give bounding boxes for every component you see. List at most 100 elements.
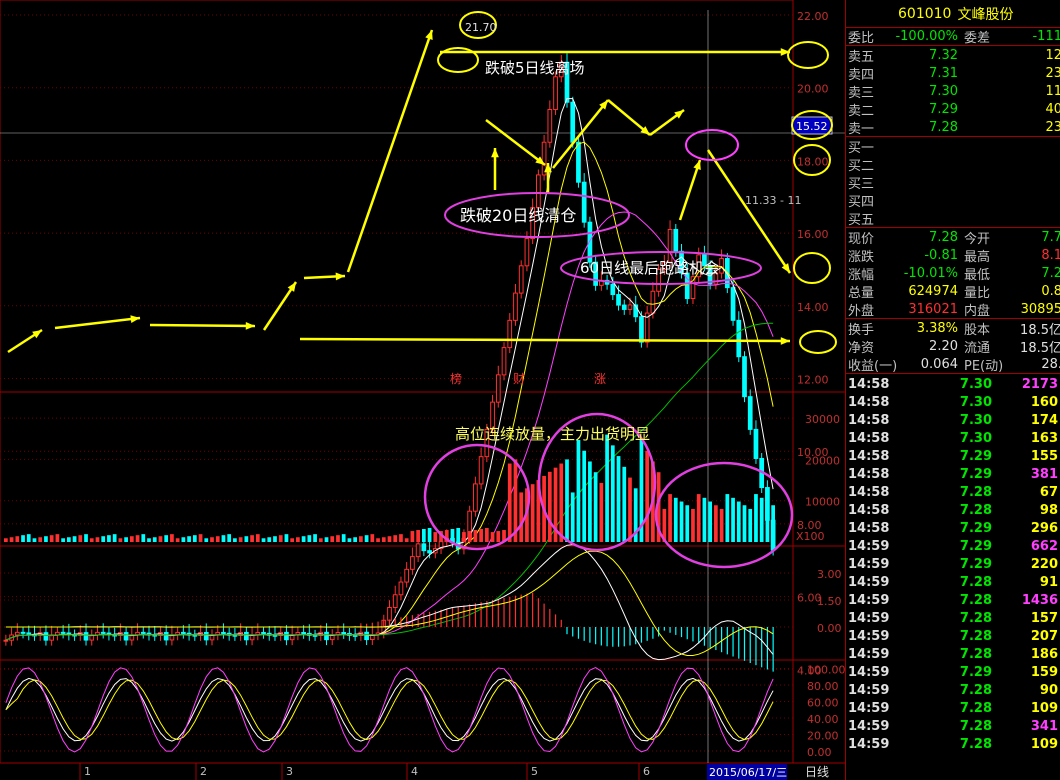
ask-volume: 11 — [1045, 83, 1060, 99]
volume-bar — [66, 537, 71, 542]
ask-label: 卖一 — [848, 121, 875, 137]
price-tick-label: 18.00 — [797, 155, 829, 168]
volume-bar — [72, 536, 77, 542]
tick-price: 7.28 — [959, 701, 992, 716]
volume-bar — [565, 459, 569, 542]
volume-bar — [519, 492, 524, 542]
price-4-circle — [799, 330, 837, 354]
volume-bar — [296, 537, 300, 542]
chart-frame — [0, 0, 794, 764]
tick-time: 14:59 — [848, 593, 890, 608]
tick-price: 7.30 — [959, 413, 992, 428]
kline-chart-area[interactable]: 22.00 20.00 18.00 16.00 14.00 12.00 10.00 8.00 6… — [0, 0, 845, 780]
tick-time: 14:59 — [848, 647, 890, 662]
volume-bar — [473, 530, 478, 542]
bid-list: 买一 买二 买三 买四 买五 — [846, 137, 1060, 228]
ask-label: 卖四 — [848, 67, 875, 83]
volume-bar — [55, 534, 60, 542]
volume-bar — [210, 537, 214, 542]
tick-price: 7.29 — [959, 467, 992, 482]
volume-tick-label: 20000 — [805, 454, 840, 467]
volume-bar — [599, 482, 604, 542]
tick-volume: 159 — [1030, 665, 1058, 680]
volume-bar — [490, 532, 495, 542]
volume-bar — [341, 534, 346, 542]
trend-arrow-head — [245, 322, 255, 330]
volume-bar — [84, 534, 88, 542]
tick-time: 14:59 — [848, 629, 890, 644]
tick-price: 7.28 — [959, 683, 992, 698]
ask-price: 7.29 — [929, 101, 958, 117]
tick-row: 14:59 7.28 90 — [846, 683, 1060, 701]
quote-label: 量比 — [964, 285, 991, 301]
candle-body — [616, 294, 621, 306]
tick-volume: 381 — [1030, 467, 1058, 482]
volume-bar — [198, 534, 203, 542]
bid-row: 买一 — [846, 137, 1060, 156]
tick-time: 14:58 — [848, 413, 890, 428]
tick-volume: 2173 — [1021, 377, 1058, 392]
bid-label: 买二 — [848, 158, 875, 174]
tick-row: 14:58 7.28 98 — [846, 503, 1060, 521]
candle-body — [272, 634, 278, 637]
volume-bar — [187, 536, 191, 542]
tick-volume: 220 — [1030, 557, 1058, 572]
volume-bar — [416, 530, 420, 542]
tick-price: 7.28 — [959, 719, 992, 734]
candle-body — [547, 109, 553, 143]
tick-row: 14:59 7.28 109 — [846, 737, 1060, 755]
ratio-value: -100.00% — [895, 29, 958, 44]
volume-bar — [628, 477, 632, 542]
volume-bar — [708, 501, 713, 542]
candle-body — [610, 283, 616, 296]
macd-tick-label: 1.50 — [817, 595, 842, 608]
volume-bar — [673, 497, 678, 542]
tick-price: 7.28 — [959, 647, 992, 662]
kdj-tick-label: 100.00 — [807, 664, 845, 677]
volume-bar — [484, 527, 489, 542]
event-tag: 财 — [513, 372, 525, 386]
volume-bar — [547, 471, 552, 542]
candle-body — [203, 631, 209, 641]
quote-value: 2.20 — [929, 338, 958, 354]
tick-time: 14:59 — [848, 701, 890, 716]
tick-volume: 160 — [1030, 395, 1058, 410]
candle-body — [181, 631, 186, 634]
tick-list[interactable]: 14:58 7.30 2173 14:58 7.30 160 14:58 7.30 174 14:… — [846, 374, 1060, 755]
volume-bar — [336, 535, 340, 542]
volume-bar — [736, 501, 741, 542]
quote-label: 涨跌 — [848, 249, 875, 265]
tick-time: 14:58 — [848, 467, 890, 482]
volume-bar — [364, 535, 369, 542]
volume-bar — [559, 463, 564, 542]
volume-bar — [462, 532, 466, 542]
event-tag: 榜 — [450, 371, 462, 386]
ask-price: 7.28 — [929, 119, 958, 135]
quote-label: 涨幅 — [848, 267, 875, 283]
month-label: 6 — [643, 765, 650, 778]
candle-body — [667, 228, 673, 263]
stock-name: 文峰股份 — [957, 6, 1014, 23]
ask-label: 卖二 — [848, 103, 875, 119]
macd-tick-label: 3.00 — [817, 568, 842, 581]
trend-arrow-head — [425, 30, 433, 40]
trend-arrow — [149, 323, 256, 328]
volume-bar — [696, 494, 701, 542]
current-price-marker: 15.52 — [796, 120, 828, 133]
kline-chart[interactable]: 22.0020.0018.0016.0014.0012.0010.008.006… — [0, 0, 845, 780]
tick-price: 7.29 — [959, 539, 992, 554]
quote-row: 换手 3.38% 股本 18.5亿 — [846, 319, 1060, 338]
volume-bar — [668, 494, 672, 542]
candle-body — [20, 631, 26, 634]
candle-body — [404, 568, 410, 583]
tick-price: 7.29 — [959, 557, 992, 572]
volume-bar — [227, 534, 232, 542]
ask-row: 卖二 7.29 40 — [846, 100, 1060, 119]
volume-bar — [175, 538, 180, 542]
cursor-value-label: 11.33 - 11 — [745, 194, 801, 207]
volume-bar — [433, 532, 438, 542]
volume-bar — [771, 505, 775, 542]
volume-bar — [324, 537, 329, 542]
volume-bar — [387, 536, 392, 542]
volume-bar — [370, 534, 375, 542]
